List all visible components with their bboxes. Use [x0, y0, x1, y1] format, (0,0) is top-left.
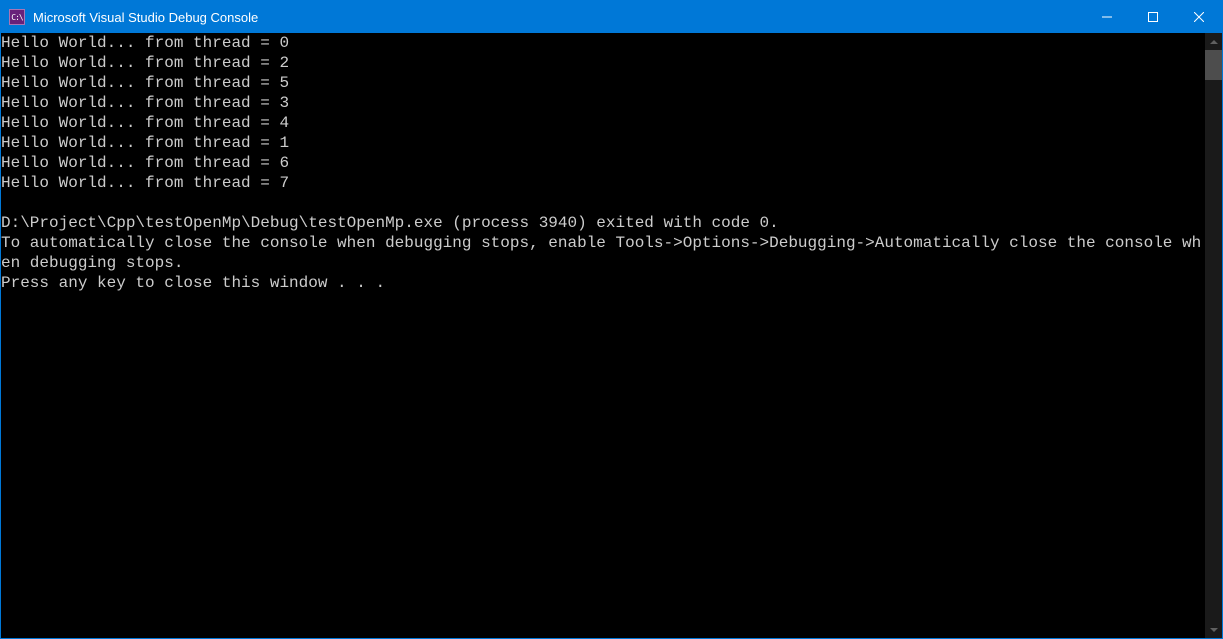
- minimize-icon: [1102, 12, 1112, 22]
- window-controls: [1084, 1, 1222, 33]
- close-icon: [1194, 12, 1204, 22]
- console-window: C:\ Microsoft Visual Studio Debug Consol…: [0, 0, 1223, 639]
- chevron-down-icon: [1210, 628, 1218, 632]
- scroll-down-arrow[interactable]: [1205, 621, 1222, 638]
- scroll-up-arrow[interactable]: [1205, 33, 1222, 50]
- close-button[interactable]: [1176, 1, 1222, 33]
- chevron-up-icon: [1210, 40, 1218, 44]
- maximize-button[interactable]: [1130, 1, 1176, 33]
- titlebar[interactable]: C:\ Microsoft Visual Studio Debug Consol…: [1, 1, 1222, 33]
- console-output[interactable]: Hello World... from thread = 0 Hello Wor…: [1, 33, 1205, 638]
- scroll-thumb[interactable]: [1205, 50, 1222, 80]
- client-area: Hello World... from thread = 0 Hello Wor…: [1, 33, 1222, 638]
- vertical-scrollbar[interactable]: [1205, 33, 1222, 638]
- app-icon: C:\: [9, 9, 25, 25]
- window-title: Microsoft Visual Studio Debug Console: [31, 10, 1084, 25]
- maximize-icon: [1148, 12, 1158, 22]
- minimize-button[interactable]: [1084, 1, 1130, 33]
- scroll-track[interactable]: [1205, 50, 1222, 621]
